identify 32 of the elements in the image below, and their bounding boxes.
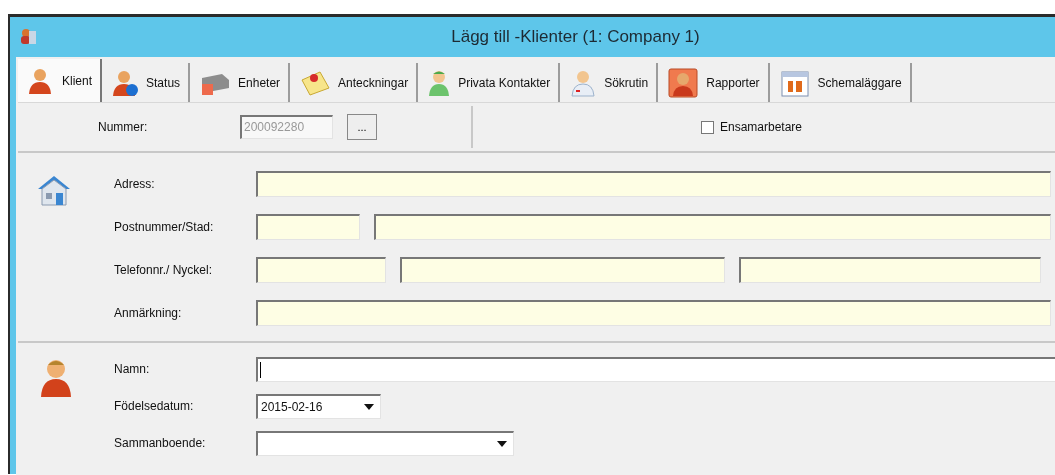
field-label: Telefonnr./ Nyckel: (114, 263, 214, 277)
input-field[interactable] (374, 214, 1051, 240)
checkbox-label: Ensamarbetare (720, 120, 803, 134)
person-icon (668, 67, 699, 98)
dropdown-field[interactable] (256, 430, 514, 456)
field-label: Sammanboende: (114, 436, 207, 450)
field-label: Nummer: (98, 120, 149, 134)
window-title: Lägg till -Klienter (1: Company 1) (451, 27, 700, 47)
field-label: Postnummer/Stad: (114, 220, 215, 234)
input-field[interactable] (256, 171, 1051, 197)
input-field[interactable] (400, 257, 725, 283)
dropdown-arrow-icon (497, 440, 507, 447)
notepad-icon (300, 69, 331, 96)
field-label: Födelsedatum: (114, 399, 195, 413)
input-field[interactable] (256, 257, 386, 283)
input-field[interactable] (256, 214, 360, 240)
field-label: Anmärkning: (114, 306, 183, 320)
doctor-icon (570, 68, 597, 97)
person-icon (112, 68, 139, 97)
app-icon (20, 27, 38, 45)
house-icon (36, 173, 72, 207)
text-field[interactable] (256, 356, 1055, 382)
dropdown-arrow-icon (364, 403, 374, 410)
input-field[interactable] (256, 300, 1051, 326)
date-picker[interactable]: 2015-02-16 (256, 393, 381, 419)
field-label: Adress: (114, 177, 156, 191)
tab[interactable]: Klient (18, 59, 103, 102)
input-field[interactable] (739, 257, 1041, 283)
field-label: Namn: (114, 362, 151, 376)
person-icon (428, 68, 451, 97)
person-icon (40, 358, 72, 398)
person-icon (28, 66, 54, 95)
